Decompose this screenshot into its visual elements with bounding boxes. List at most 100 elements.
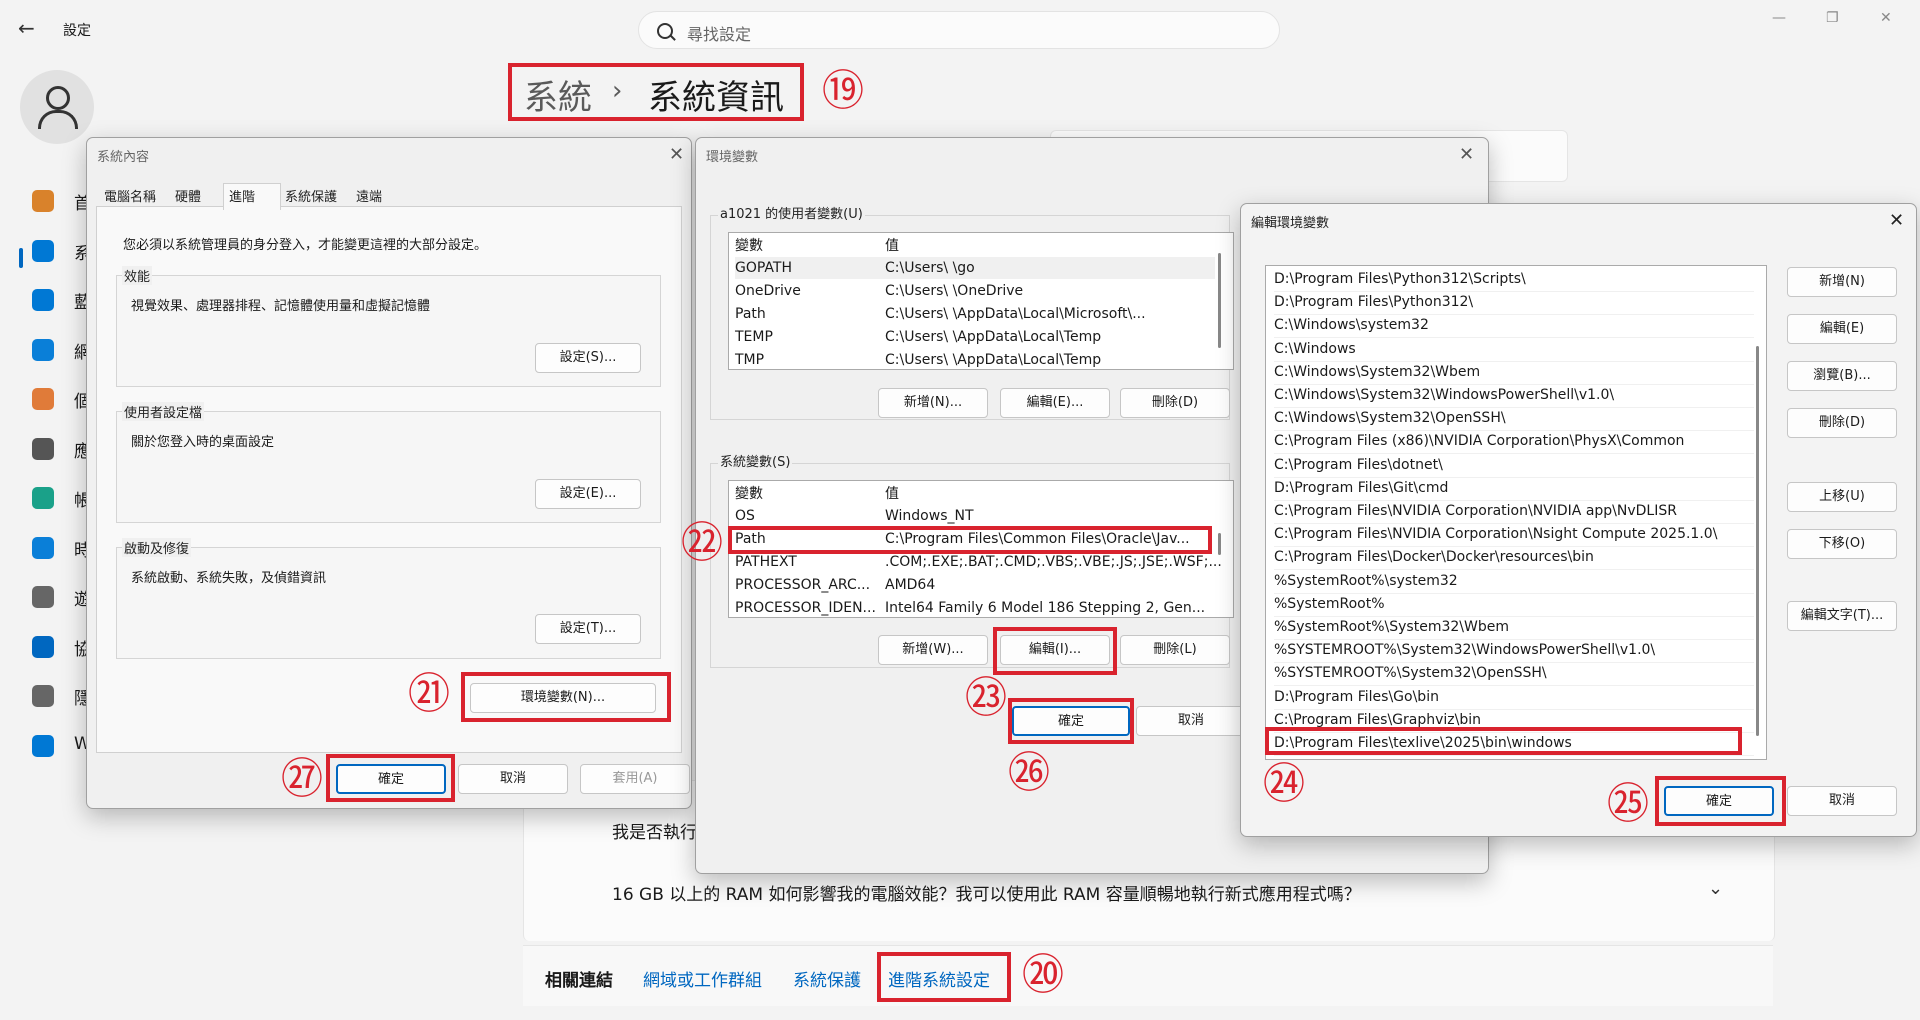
step-marker-26: ㉖ xyxy=(1008,748,1051,797)
path-edit-text-button[interactable]: 編輯文字(T)... xyxy=(1787,601,1897,631)
path-list-item[interactable]: D:\Program Files\Python312\ xyxy=(1274,291,1754,316)
list-header: 變數值 xyxy=(735,238,899,254)
path-list[interactable]: D:\Program Files\Python312\Scripts\ D:\Pr… xyxy=(1265,265,1767,760)
path-browse-button[interactable]: 瀏覽(B)... xyxy=(1787,361,1897,391)
highlight-breadcrumb xyxy=(508,63,804,121)
highlight-env-button xyxy=(461,672,671,722)
list-header: 變數值 xyxy=(735,486,899,502)
avatar[interactable] xyxy=(20,70,94,144)
list-item[interactable]: PROCESSOR_ARC... AMD64 xyxy=(735,574,935,596)
path-list-item[interactable]: C:\Windows\System32\WindowsPowerShell\v1… xyxy=(1274,384,1754,408)
path-list-item[interactable]: D:\Program Files\Git\cmd xyxy=(1274,477,1754,501)
path-list-item[interactable]: %SystemRoot%\system32 xyxy=(1274,570,1754,594)
path-list-item[interactable]: C:\Program Files\dotnet\ xyxy=(1274,454,1754,478)
update-icon xyxy=(32,734,54,757)
faq-item-2[interactable]: 16 GB 以上的 RAM 如何影響我的電腦效能？我可以使用此 RAM 容量順暢… xyxy=(612,880,1361,905)
account-icon xyxy=(32,487,54,509)
user-new-button[interactable]: 新增(N)... xyxy=(878,388,988,418)
startup-desc: 系統啟動、系統失敗，及偵錯資訊 xyxy=(131,571,327,586)
list-item[interactable]: TEMP C:\Users\ \AppData\Local\Temp xyxy=(735,326,1101,348)
tab-computer-name[interactable]: 電腦名稱 xyxy=(104,186,156,205)
maximize-icon[interactable]: ❐ xyxy=(1826,10,1839,26)
close-icon[interactable]: ✕ xyxy=(1889,210,1904,231)
tab-system-protection[interactable]: 系統保護 xyxy=(285,186,337,205)
profiles-settings-button[interactable]: 設定(E)... xyxy=(535,479,641,509)
performance-label: 效能 xyxy=(122,266,153,285)
tab-remote[interactable]: 遠端 xyxy=(356,186,382,205)
list-item[interactable]: OneDrive C:\Users\ \OneDrive xyxy=(735,280,1023,302)
path-delete-button[interactable]: 刪除(D) xyxy=(1787,408,1897,438)
list-item[interactable]: OS Windows_NT xyxy=(735,505,974,527)
close-window-icon[interactable]: ✕ xyxy=(1880,10,1892,26)
tab-hardware[interactable]: 硬體 xyxy=(175,186,201,205)
path-list-item[interactable]: C:\Program Files\Docker\Docker\resources… xyxy=(1274,546,1754,571)
system-new-button[interactable]: 新增(W)... xyxy=(878,635,988,665)
list-item[interactable]: PROCESSOR_IDEN... Intel64 Family 6 Model … xyxy=(735,597,1205,617)
path-list-item[interactable]: %SystemRoot%\System32\Wbem xyxy=(1274,616,1754,640)
minimize-icon[interactable]: — xyxy=(1772,10,1786,26)
back-arrow-icon[interactable]: ← xyxy=(18,16,35,40)
path-list-item[interactable]: %SYSTEMROOT%\System32\WindowsPowerShell\… xyxy=(1274,639,1754,664)
system-vars-label: 系統變數(S) xyxy=(718,451,793,470)
startup-settings-button[interactable]: 設定(T)... xyxy=(535,614,641,644)
path-move-up-button[interactable]: 上移(U) xyxy=(1787,482,1897,512)
path-edit-button[interactable]: 編輯(E) xyxy=(1787,314,1897,344)
bluetooth-icon xyxy=(32,289,54,311)
path-list-item[interactable]: C:\Program Files (x86)\NVIDIA Corporatio… xyxy=(1274,430,1754,455)
editenv-cancel-button[interactable]: 取消 xyxy=(1787,786,1897,816)
path-list-item[interactable]: %SystemRoot% xyxy=(1274,593,1754,617)
link-domain-workgroup[interactable]: 網域或工作群組 xyxy=(643,966,762,991)
app-title: 設定 xyxy=(63,23,91,39)
clock-globe-icon xyxy=(32,536,54,559)
user-vars-list[interactable]: 變數值 GOPATH C:\Users\ \go OneDrive C:\Users… xyxy=(728,232,1234,370)
path-list-item[interactable]: C:\Windows xyxy=(1274,338,1754,362)
chevron-down-icon[interactable]: ⌄ xyxy=(1708,878,1723,899)
tab-advanced[interactable]: 進階 xyxy=(229,186,255,205)
step-marker-27: ㉗ xyxy=(281,754,324,803)
path-new-button[interactable]: 新增(N) xyxy=(1787,267,1897,297)
faq-item-1[interactable]: 我是否執行 xyxy=(612,818,697,843)
path-list-item[interactable]: %SYSTEMROOT%\System32\OpenSSH\ xyxy=(1274,662,1754,687)
highlight-texlive-path xyxy=(1265,727,1742,755)
highlight-system-edit xyxy=(993,627,1117,675)
path-list-item[interactable]: C:\Windows\System32\Wbem xyxy=(1274,361,1754,385)
scrollbar[interactable] xyxy=(1218,533,1221,555)
step-marker-20: ⑳ xyxy=(1022,950,1065,999)
performance-desc: 視覺效果、處理器排程、記憶體使用量和虛擬記憶體 xyxy=(131,299,431,314)
home-icon xyxy=(32,190,54,212)
path-list-item[interactable]: D:\Program Files\Go\bin xyxy=(1274,686,1754,710)
scrollbar[interactable] xyxy=(1756,346,1759,736)
scrollbar[interactable] xyxy=(1218,253,1221,348)
user-edit-button[interactable]: 編輯(E)... xyxy=(1000,388,1110,418)
performance-settings-button[interactable]: 設定(S)... xyxy=(535,343,641,373)
search-input[interactable]: 尋找設定 xyxy=(638,11,1280,49)
path-list-item[interactable]: C:\Windows\System32\OpenSSH\ xyxy=(1274,407,1754,432)
highlight-editenv-ok xyxy=(1655,776,1786,826)
highlight-advanced-settings xyxy=(877,952,1011,1002)
system-icon xyxy=(32,239,54,262)
list-item[interactable]: TMP C:\Users\ \AppData\Local\Temp xyxy=(735,349,1101,369)
close-icon[interactable]: ✕ xyxy=(669,144,684,165)
list-item[interactable]: GOPATH C:\Users\ \go xyxy=(735,257,1215,279)
system-delete-button[interactable]: 刪除(L) xyxy=(1120,635,1230,665)
apps-icon xyxy=(32,437,54,460)
sysprops-apply-button[interactable]: 套用(A) xyxy=(580,764,690,794)
path-list-item[interactable]: C:\Program Files\NVIDIA Corporation\Nsig… xyxy=(1274,523,1754,548)
path-list-item[interactable]: D:\Program Files\Python312\Scripts\ xyxy=(1274,268,1754,292)
sysprops-cancel-button[interactable]: 取消 xyxy=(458,764,568,794)
envvars-cancel-button[interactable]: 取消 xyxy=(1136,706,1246,736)
list-item[interactable]: Path C:\Users\ \AppData\Local\Microsoft\.… xyxy=(735,303,1146,325)
admin-note: 您必須以系統管理員的身分登入，才能變更這裡的大部分設定。 xyxy=(123,238,488,253)
highlight-sysprops-ok xyxy=(326,754,455,802)
path-list-item[interactable]: C:\Program Files\NVIDIA Corporation\NVID… xyxy=(1274,500,1754,524)
step-marker-24: ㉔ xyxy=(1263,759,1306,808)
accessibility-icon xyxy=(32,635,54,658)
path-move-down-button[interactable]: 下移(O) xyxy=(1787,529,1897,559)
link-system-protection[interactable]: 系統保護 xyxy=(793,966,861,991)
step-marker-23: ㉓ xyxy=(965,673,1008,722)
list-item[interactable]: PATHEXT .COM;.EXE;.BAT;.CMD;.VBS;.VBE;.JS… xyxy=(735,551,1222,573)
close-icon[interactable]: ✕ xyxy=(1459,144,1474,165)
user-delete-button[interactable]: 刪除(D) xyxy=(1120,388,1230,418)
gamepad-icon xyxy=(32,586,54,608)
path-list-item[interactable]: C:\Windows\system32 xyxy=(1274,314,1754,339)
